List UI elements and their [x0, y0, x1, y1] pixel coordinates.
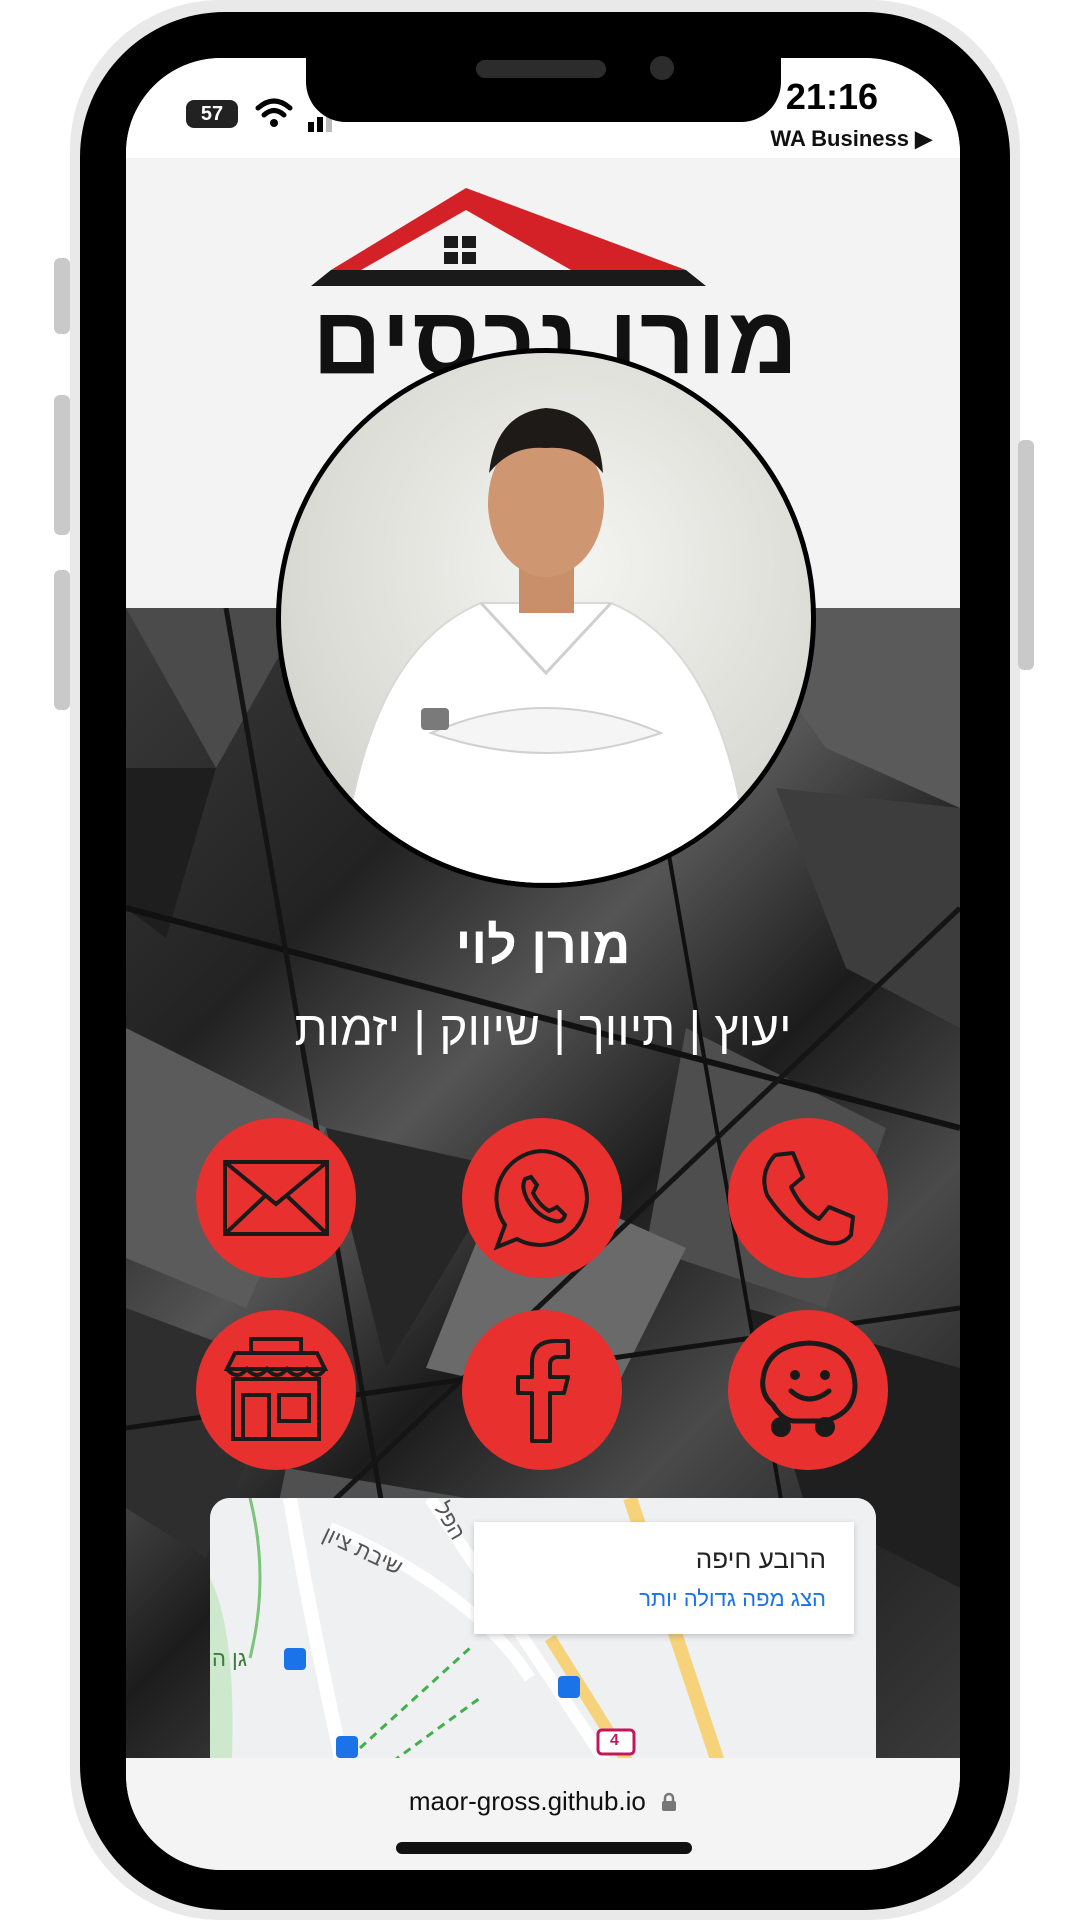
facebook-button[interactable]: [462, 1310, 622, 1470]
wifi-icon: [255, 98, 293, 127]
store-icon: [223, 1337, 329, 1441]
phone-call-button[interactable]: [728, 1118, 888, 1278]
larger-map-link[interactable]: הצג מפה גדולה יותר: [639, 1586, 826, 1612]
lock-icon: [662, 1792, 677, 1811]
url-bar[interactable]: maor-gross.github.io: [126, 1786, 960, 1817]
map-info-card: הרובע חיפה הצג מפה גדולה יותר: [474, 1522, 854, 1634]
earpiece-speaker: [476, 60, 606, 78]
waze-button[interactable]: [728, 1310, 888, 1470]
person-illustration: [339, 408, 753, 883]
back-to-app-link[interactable]: WA Business ▶: [770, 126, 932, 152]
url-text: maor-gross.github.io: [408, 1786, 646, 1816]
home-indicator[interactable]: [396, 1842, 692, 1854]
whatsapp-icon: [493, 1148, 589, 1251]
mute-switch: [54, 258, 70, 334]
browser-bottom-bar: maor-gross.github.io: [126, 1758, 960, 1870]
volume-down-button: [54, 570, 70, 710]
volume-up-button: [54, 395, 70, 535]
email-icon: [223, 1160, 329, 1236]
clock: 21:16: [785, 76, 878, 117]
battery-indicator: 57: [186, 100, 238, 128]
map-road-number: 4: [610, 1732, 619, 1749]
facebook-icon: [516, 1339, 570, 1443]
map-street-label-2: גן ה: [212, 1646, 248, 1671]
location-map[interactable]: שיבת ציון גן ה הפל 4 הרובע חיפה הצג מפה …: [210, 1498, 876, 1798]
waze-icon: [760, 1340, 858, 1437]
store-button[interactable]: [196, 1310, 356, 1470]
screen: 57 21:16 WA Business ▶ מורן נכסים מורן ל…: [126, 58, 960, 1870]
profile-name: מורן לוי: [455, 917, 631, 975]
profile-tagline: יעוץ | תיווך | שיווק | יזמות: [294, 1003, 792, 1056]
profile-photo: [276, 348, 816, 888]
email-button[interactable]: [196, 1118, 356, 1278]
front-camera: [650, 56, 674, 80]
power-button: [1018, 440, 1034, 670]
whatsapp-button[interactable]: [462, 1118, 622, 1278]
map-place-name: הרובע חיפה: [695, 1544, 826, 1574]
phone-icon: [762, 1151, 855, 1246]
